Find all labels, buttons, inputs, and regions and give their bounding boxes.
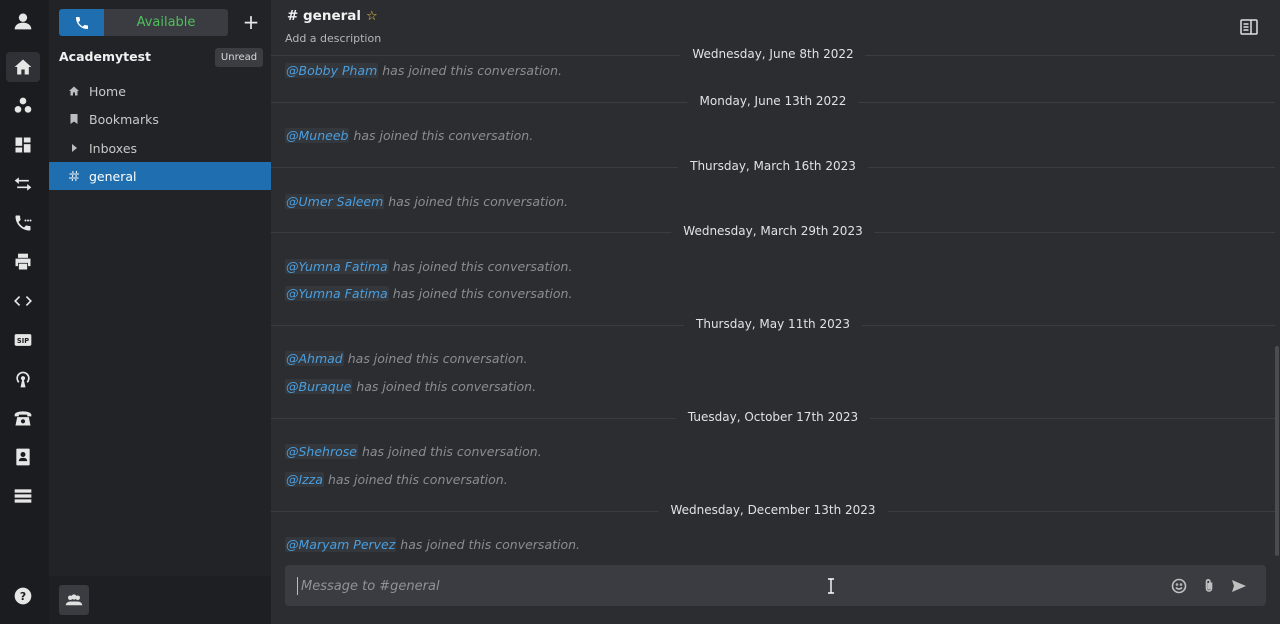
list-icon[interactable]: [6, 481, 40, 511]
date-separator: Wednesday, March 29th 2023: [271, 222, 1275, 242]
sidebar-item-inboxes[interactable]: Inboxes: [49, 134, 271, 162]
user-mention[interactable]: @Buraque: [285, 379, 353, 394]
system-message: @Muneeb has joined this conversation.: [285, 128, 534, 143]
app-window: SIP ? Available + Academytest Unread Hom…: [0, 0, 1280, 624]
teams-icon[interactable]: [6, 91, 40, 121]
contacts-icon[interactable]: [6, 442, 40, 472]
date-separator: Wednesday, December 13th 2023: [271, 501, 1275, 521]
user-mention[interactable]: @Muneeb: [285, 128, 350, 143]
user-mention[interactable]: @Shehrose: [285, 444, 358, 459]
availability-status-button[interactable]: Available: [104, 9, 228, 36]
home-icon: [67, 84, 81, 98]
system-message: @Shehrose has joined this conversation.: [285, 444, 542, 459]
telephone-icon[interactable]: [6, 403, 40, 433]
system-message: @Umer Saleem has joined this conversatio…: [285, 194, 568, 209]
workspace-name: Academytest: [59, 49, 151, 64]
svg-text:SIP: SIP: [17, 337, 29, 345]
conversation-pane: # general ☆ Add a description Wednesday,…: [271, 0, 1280, 624]
phone-icon: [75, 16, 88, 29]
add-icon[interactable]: +: [239, 10, 263, 34]
dashboard-icon[interactable]: [6, 130, 40, 160]
profile-icon[interactable]: [6, 6, 40, 36]
system-message: @Buraque has joined this conversation.: [285, 379, 537, 394]
user-mention[interactable]: @Ahmad: [285, 351, 344, 366]
star-icon[interactable]: ☆: [366, 9, 378, 24]
sidebar-item-label: Bookmarks: [89, 111, 159, 127]
text-cursor-icon: [826, 578, 836, 594]
attachment-icon[interactable]: [1200, 577, 1218, 595]
scrollbar[interactable]: [1275, 346, 1279, 556]
icon-rail: SIP ?: [0, 0, 49, 624]
sidebar: Available + Academytest Unread Home Book…: [49, 0, 271, 624]
system-message: @Yumna Fatima has joined this conversati…: [285, 286, 573, 301]
system-message: @Yumna Fatima has joined this conversati…: [285, 259, 573, 274]
emoji-icon[interactable]: [1170, 577, 1188, 595]
message-composer: [285, 565, 1266, 606]
sidebar-item-label: Home: [89, 83, 126, 99]
date-separator: Thursday, March 16th 2023: [271, 157, 1275, 177]
user-mention[interactable]: @Bobby Pham: [285, 63, 379, 78]
user-mention[interactable]: @Yumna Fatima: [285, 259, 389, 274]
system-message: @Bobby Pham has joined this conversation…: [285, 63, 562, 78]
sip-icon[interactable]: SIP: [6, 325, 40, 355]
code-icon[interactable]: [6, 286, 40, 316]
date-separator: Wednesday, June 8th 2022: [271, 45, 1275, 65]
user-mention[interactable]: @Izza: [285, 472, 324, 487]
call-log-icon[interactable]: [6, 208, 40, 238]
unread-filter-button[interactable]: Unread: [215, 48, 263, 67]
date-separator: Monday, June 13th 2022: [271, 92, 1275, 112]
bookmark-icon: [67, 112, 81, 126]
sidebar-footer: [49, 576, 271, 624]
chevron-right-icon: [67, 141, 81, 155]
channel-name: general: [303, 8, 361, 24]
send-icon[interactable]: [1230, 577, 1248, 595]
sidebar-item-home[interactable]: Home: [49, 77, 271, 105]
sidebar-item-bookmarks[interactable]: Bookmarks: [49, 105, 271, 133]
user-mention[interactable]: @Umer Saleem: [285, 194, 385, 209]
broadcast-icon[interactable]: [6, 364, 40, 394]
system-message: @Izza has joined this conversation.: [285, 472, 508, 487]
message-list[interactable]: Wednesday, June 8th 2022 @Bobby Pham has…: [271, 44, 1280, 556]
system-message: @Maryam Pervez has joined this conversat…: [285, 537, 581, 552]
message-input[interactable]: [297, 577, 1157, 595]
side-panel-icon[interactable]: [1240, 19, 1260, 37]
hash-icon: [67, 169, 81, 183]
sidebar-item-label: general: [89, 168, 137, 184]
page-title: # general ☆: [287, 8, 378, 24]
sidebar-item-general[interactable]: general: [49, 162, 271, 190]
printer-icon[interactable]: [6, 247, 40, 277]
user-mention[interactable]: @Yumna Fatima: [285, 286, 389, 301]
sidebar-item-label: Inboxes: [89, 140, 138, 156]
users-icon[interactable]: [59, 585, 89, 615]
svg-text:?: ?: [20, 590, 26, 603]
phone-button[interactable]: [59, 9, 104, 36]
transfer-icon[interactable]: [6, 169, 40, 199]
date-separator: Tuesday, October 17th 2023: [271, 408, 1275, 428]
home-icon[interactable]: [6, 52, 40, 82]
help-icon[interactable]: ?: [6, 581, 40, 611]
channel-hash: #: [287, 8, 299, 24]
user-mention[interactable]: @Maryam Pervez: [285, 537, 397, 552]
date-separator: Thursday, May 11th 2023: [271, 315, 1275, 335]
system-message: @Ahmad has joined this conversation.: [285, 351, 528, 366]
